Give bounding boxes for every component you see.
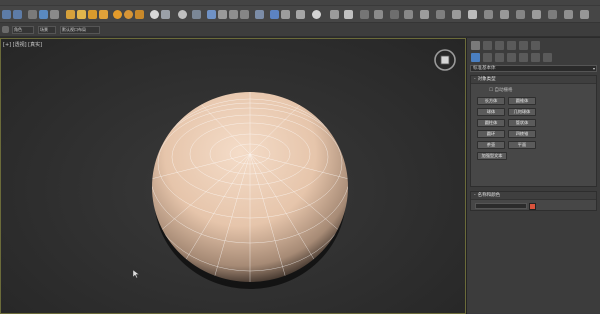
spinner-snap-icon[interactable] — [240, 10, 249, 19]
object-name-field[interactable] — [475, 203, 527, 209]
unlink-icon[interactable] — [39, 10, 48, 19]
schematic-view-icon[interactable] — [330, 10, 339, 19]
perspective-viewport[interactable]: [+] [透视] [真实] — [0, 38, 466, 314]
snaps-toggle-icon[interactable] — [207, 10, 216, 19]
toolbar-icon-b[interactable] — [500, 10, 509, 19]
space-warps-category-icon[interactable] — [531, 53, 540, 62]
shapes-category-icon[interactable] — [483, 53, 492, 62]
text-plus-button[interactable]: 加强型文本 — [477, 152, 507, 160]
workspace-icon[interactable] — [452, 10, 461, 19]
plane-button[interactable]: 平面 — [508, 141, 536, 149]
torus-button[interactable]: 圆环 — [477, 130, 505, 138]
utilities-tab-icon[interactable] — [531, 41, 540, 50]
object-color-swatch[interactable] — [529, 203, 536, 210]
tube-button[interactable]: 管状体 — [508, 119, 536, 127]
cameras-category-icon[interactable] — [507, 53, 516, 62]
collapse-icon: - — [474, 77, 476, 82]
select-by-name-icon[interactable] — [77, 10, 86, 19]
pyramid-button[interactable]: 四棱锥 — [508, 130, 536, 138]
render-icon[interactable] — [390, 10, 399, 19]
toolbar-icon-e[interactable] — [548, 10, 557, 19]
main-toolbar — [0, 6, 600, 23]
command-set-3[interactable]: 默认视口布局 — [60, 26, 100, 34]
ribbon-toggle-icon[interactable] — [2, 26, 9, 33]
rollout-title: 对象类型 — [477, 77, 496, 82]
pivot-center-icon[interactable] — [161, 10, 170, 19]
command-set-2[interactable]: 场景 — [38, 26, 56, 34]
reference-coordinate-icon[interactable] — [150, 10, 159, 19]
motion-tab-icon[interactable] — [507, 41, 516, 50]
curve-editor-icon[interactable] — [312, 10, 321, 19]
sphere-button[interactable]: 球体 — [477, 108, 505, 116]
panel-tabs — [469, 41, 599, 51]
autogrid-checkbox[interactable]: ☐ 自动栅格 — [489, 87, 512, 93]
lights-category-icon[interactable] — [495, 53, 504, 62]
rollout-title: 名称和颜色 — [477, 193, 501, 198]
percent-snap-icon[interactable] — [229, 10, 238, 19]
object-type-rollout: - 对象类型 ☐ 自动栅格 长方体 圆锥体 球体 几何球体 圆柱体 管状体 圆环 … — [470, 75, 597, 187]
toolbar-icon-d[interactable] — [532, 10, 541, 19]
viewport-layout-icon[interactable] — [436, 10, 445, 19]
rendered-frame-icon[interactable] — [374, 10, 383, 19]
script-icon[interactable] — [468, 10, 477, 19]
geometry-category-icon[interactable] — [471, 53, 480, 62]
cylinder-button[interactable]: 圆柱体 — [477, 119, 505, 127]
name-color-header[interactable]: - 名称和颜色 — [471, 192, 596, 200]
angle-snap-icon[interactable] — [218, 10, 227, 19]
render-setup-icon[interactable] — [360, 10, 369, 19]
dropdown-value: 标准基本体 — [473, 66, 496, 71]
bind-space-warp-icon[interactable] — [50, 10, 59, 19]
create-tab-icon[interactable] — [471, 41, 480, 50]
select-region-icon[interactable] — [88, 10, 97, 19]
command-set-1[interactable]: 角色 — [12, 26, 34, 34]
window-crossing-icon[interactable] — [99, 10, 108, 19]
object-type-header[interactable]: - 对象类型 — [471, 76, 596, 84]
checkbox-icon: ☐ — [489, 88, 494, 93]
align-icon[interactable] — [281, 10, 290, 19]
ribbon-bar: 角色 场景 默认视口布局 — [0, 23, 600, 37]
hierarchy-tab-icon[interactable] — [495, 41, 504, 50]
name-color-rollout: - 名称和颜色 — [470, 191, 597, 211]
collapse-icon: - — [474, 193, 476, 198]
undo-icon[interactable] — [2, 10, 11, 19]
named-selection-icon[interactable] — [255, 10, 264, 19]
display-tab-icon[interactable] — [519, 41, 528, 50]
select-object-icon[interactable] — [66, 10, 75, 19]
mirror-icon[interactable] — [270, 10, 279, 19]
keyboard-shortcut-icon[interactable] — [192, 10, 201, 19]
modify-tab-icon[interactable] — [483, 41, 492, 50]
sphere-object[interactable] — [1, 39, 465, 313]
render-cloud-icon[interactable] — [404, 10, 413, 19]
chevron-down-icon: ▾ — [592, 66, 595, 71]
primitive-type-dropdown[interactable]: 标准基本体 ▾ — [470, 65, 597, 72]
a360-icon[interactable] — [420, 10, 429, 19]
link-icon[interactable] — [28, 10, 37, 19]
autogrid-label: 自动栅格 — [494, 88, 513, 93]
box-button[interactable]: 长方体 — [477, 97, 505, 105]
select-scale-icon[interactable] — [135, 10, 144, 19]
systems-category-icon[interactable] — [543, 53, 552, 62]
geosphere-button[interactable]: 几何球体 — [508, 108, 536, 116]
helpers-category-icon[interactable] — [519, 53, 528, 62]
select-rotate-icon[interactable] — [124, 10, 133, 19]
teapot-button[interactable]: 茶壶 — [477, 141, 505, 149]
redo-icon[interactable] — [13, 10, 22, 19]
toolbar-icon-a[interactable] — [484, 10, 493, 19]
select-manipulate-icon[interactable] — [178, 10, 187, 19]
toolbar-icon-g[interactable] — [580, 10, 589, 19]
cone-button[interactable]: 圆锥体 — [508, 97, 536, 105]
layer-explorer-icon[interactable] — [296, 10, 305, 19]
select-move-icon[interactable] — [113, 10, 122, 19]
toolbar-icon-f[interactable] — [564, 10, 573, 19]
toolbar-icon-c[interactable] — [516, 10, 525, 19]
create-categories — [469, 53, 599, 63]
material-editor-icon[interactable] — [344, 10, 353, 19]
command-panel: 标准基本体 ▾ - 对象类型 ☐ 自动栅格 长方体 圆锥体 球体 几何球体 圆柱体… — [466, 38, 600, 314]
